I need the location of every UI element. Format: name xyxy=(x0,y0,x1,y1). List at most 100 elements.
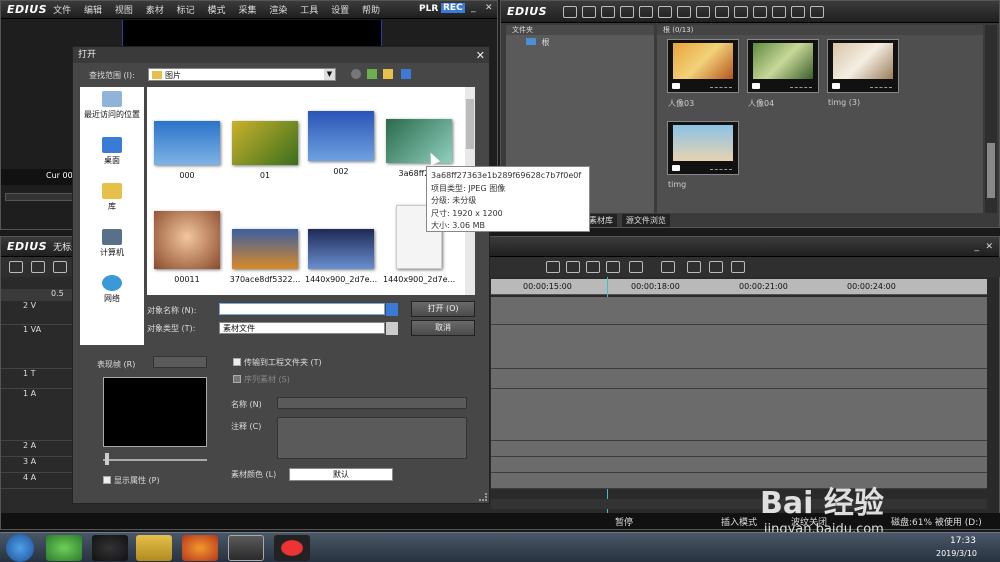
new-folder-icon[interactable] xyxy=(383,69,393,79)
clock-time[interactable]: 17:33 xyxy=(950,536,976,546)
properties-icon[interactable] xyxy=(772,5,787,18)
rec-badge[interactable]: REC xyxy=(441,3,465,13)
file-list-scroll-thumb[interactable] xyxy=(466,99,474,149)
resize-grip-icon[interactable] xyxy=(479,493,487,501)
title-tool-icon[interactable] xyxy=(586,261,600,273)
track-lane[interactable] xyxy=(491,297,987,325)
clip-thumb[interactable]: timg (3) xyxy=(827,39,899,107)
place-network[interactable]: 网络 xyxy=(80,271,144,317)
taskbar-app-recorder[interactable] xyxy=(274,535,310,561)
track-lane[interactable] xyxy=(491,325,987,369)
track-header[interactable]: 2 A xyxy=(1,441,75,457)
file-item[interactable]: 00011 xyxy=(151,211,223,284)
track-header[interactable]: 3 A xyxy=(1,457,75,473)
taskbar-app-qq[interactable] xyxy=(92,535,128,561)
track-lane[interactable] xyxy=(491,473,987,489)
menu-tools[interactable]: 工具 xyxy=(300,6,318,16)
timeline-close[interactable]: ✕ xyxy=(985,242,993,252)
show-props-checkbox[interactable]: 显示属性 (P) xyxy=(103,475,160,486)
taskbar-app-explorer[interactable] xyxy=(136,535,172,561)
back-icon[interactable] xyxy=(351,69,361,79)
root-folder-item[interactable]: 根 xyxy=(526,37,654,48)
menu-clip[interactable]: 素材 xyxy=(146,6,164,16)
preview-slider[interactable] xyxy=(103,459,207,461)
snap-icon[interactable] xyxy=(9,261,23,273)
minimize-button[interactable]: _ xyxy=(471,3,476,13)
clip-thumb[interactable]: timg xyxy=(667,121,739,189)
object-type-select[interactable]: 素材文件 xyxy=(219,322,385,334)
razor-icon[interactable] xyxy=(31,261,45,273)
track-lane[interactable] xyxy=(491,457,987,473)
chevron-down-icon[interactable] xyxy=(386,322,398,335)
file-item[interactable]: 002 xyxy=(305,111,377,176)
split-icon[interactable] xyxy=(546,261,560,273)
layout-icon[interactable] xyxy=(731,261,745,273)
dialog-close-icon[interactable]: ✕ xyxy=(476,48,485,64)
file-item[interactable]: 370ace8df5322... xyxy=(229,229,301,284)
menu-mode[interactable]: 模式 xyxy=(208,6,226,16)
folder-view-icon[interactable] xyxy=(563,5,578,18)
link-icon[interactable] xyxy=(53,261,67,273)
mixer-icon[interactable] xyxy=(687,261,701,273)
timeline-minimize[interactable]: _ xyxy=(975,242,980,252)
menu-render[interactable]: 渲染 xyxy=(269,6,287,16)
transfer-checkbox[interactable]: 传输到工程文件夹 (T) xyxy=(233,357,322,368)
clip-thumb[interactable]: 人像04 xyxy=(747,39,819,108)
menu-edit[interactable]: 编辑 xyxy=(84,6,102,16)
track-header[interactable]: 1 T xyxy=(1,369,75,389)
copy-icon[interactable] xyxy=(696,5,711,18)
file-item[interactable]: 000 xyxy=(151,121,223,180)
menu-icon[interactable] xyxy=(810,5,825,18)
track-lane[interactable] xyxy=(491,389,987,441)
up-folder-icon[interactable] xyxy=(367,69,377,79)
track-header[interactable]: 1 VA xyxy=(1,325,75,369)
menu-marker[interactable]: 标记 xyxy=(177,6,195,16)
up-folder-icon[interactable] xyxy=(601,5,616,18)
color-bar-icon[interactable] xyxy=(658,5,673,18)
place-computer[interactable]: 计算机 xyxy=(80,225,144,271)
grid-icon[interactable] xyxy=(661,261,675,273)
mic-icon[interactable] xyxy=(606,261,620,273)
track-header[interactable]: 4 A xyxy=(1,473,75,489)
delete-icon[interactable] xyxy=(753,5,768,18)
status-insert-mode[interactable]: 插入模式 xyxy=(721,515,757,528)
close-button[interactable]: ✕ xyxy=(485,3,493,13)
add-clip-icon[interactable] xyxy=(620,5,635,18)
taskbar-app-browser[interactable] xyxy=(46,535,82,561)
name-input[interactable] xyxy=(277,397,467,409)
view-menu-icon[interactable] xyxy=(401,69,411,79)
object-name-input[interactable] xyxy=(219,303,385,315)
clip-color-select[interactable]: 默认 xyxy=(289,468,393,481)
place-recent[interactable]: 最近访问的位置 xyxy=(80,87,144,133)
cancel-button[interactable]: 取消 xyxy=(411,320,475,336)
menu-help[interactable]: 帮助 xyxy=(362,6,380,16)
start-button[interactable] xyxy=(6,534,34,562)
plr-badge[interactable]: PLR xyxy=(419,4,438,14)
menu-capture[interactable]: 采集 xyxy=(238,6,256,16)
paste-icon[interactable] xyxy=(715,5,730,18)
menu-view[interactable]: 视图 xyxy=(115,6,133,16)
cut-icon[interactable] xyxy=(677,5,692,18)
preview-frame-input[interactable] xyxy=(153,356,207,368)
timeline-zoom[interactable]: 0.5 xyxy=(1,289,73,301)
timeline-ruler[interactable]: 00:00:15:00 00:00:18:00 00:00:21:00 00:0… xyxy=(491,279,987,295)
track-lane[interactable] xyxy=(491,369,987,389)
render-icon[interactable] xyxy=(709,261,723,273)
preview-slider-handle[interactable] xyxy=(105,453,109,465)
track-header[interactable]: 1 A xyxy=(1,389,75,441)
search-icon[interactable] xyxy=(582,5,597,18)
track-lane[interactable] xyxy=(491,441,987,457)
add-to-timeline-icon[interactable] xyxy=(734,5,749,18)
file-item[interactable]: 01 xyxy=(229,121,301,180)
bin-scroll-thumb[interactable] xyxy=(987,143,995,198)
taskbar-app-edius[interactable] xyxy=(228,535,264,561)
taskbar-app-firefox[interactable] xyxy=(182,535,218,561)
bin-scrollbar[interactable] xyxy=(985,25,997,213)
comment-textarea[interactable] xyxy=(277,417,467,459)
open-button[interactable]: 打开 (O) xyxy=(411,301,475,317)
clock-date[interactable]: 2019/3/10 xyxy=(936,549,977,558)
track-header[interactable]: 2 V xyxy=(1,301,75,325)
chevron-down-icon[interactable] xyxy=(386,303,398,316)
menu-file[interactable]: 文件 xyxy=(53,6,71,16)
color-icon[interactable] xyxy=(629,261,643,273)
